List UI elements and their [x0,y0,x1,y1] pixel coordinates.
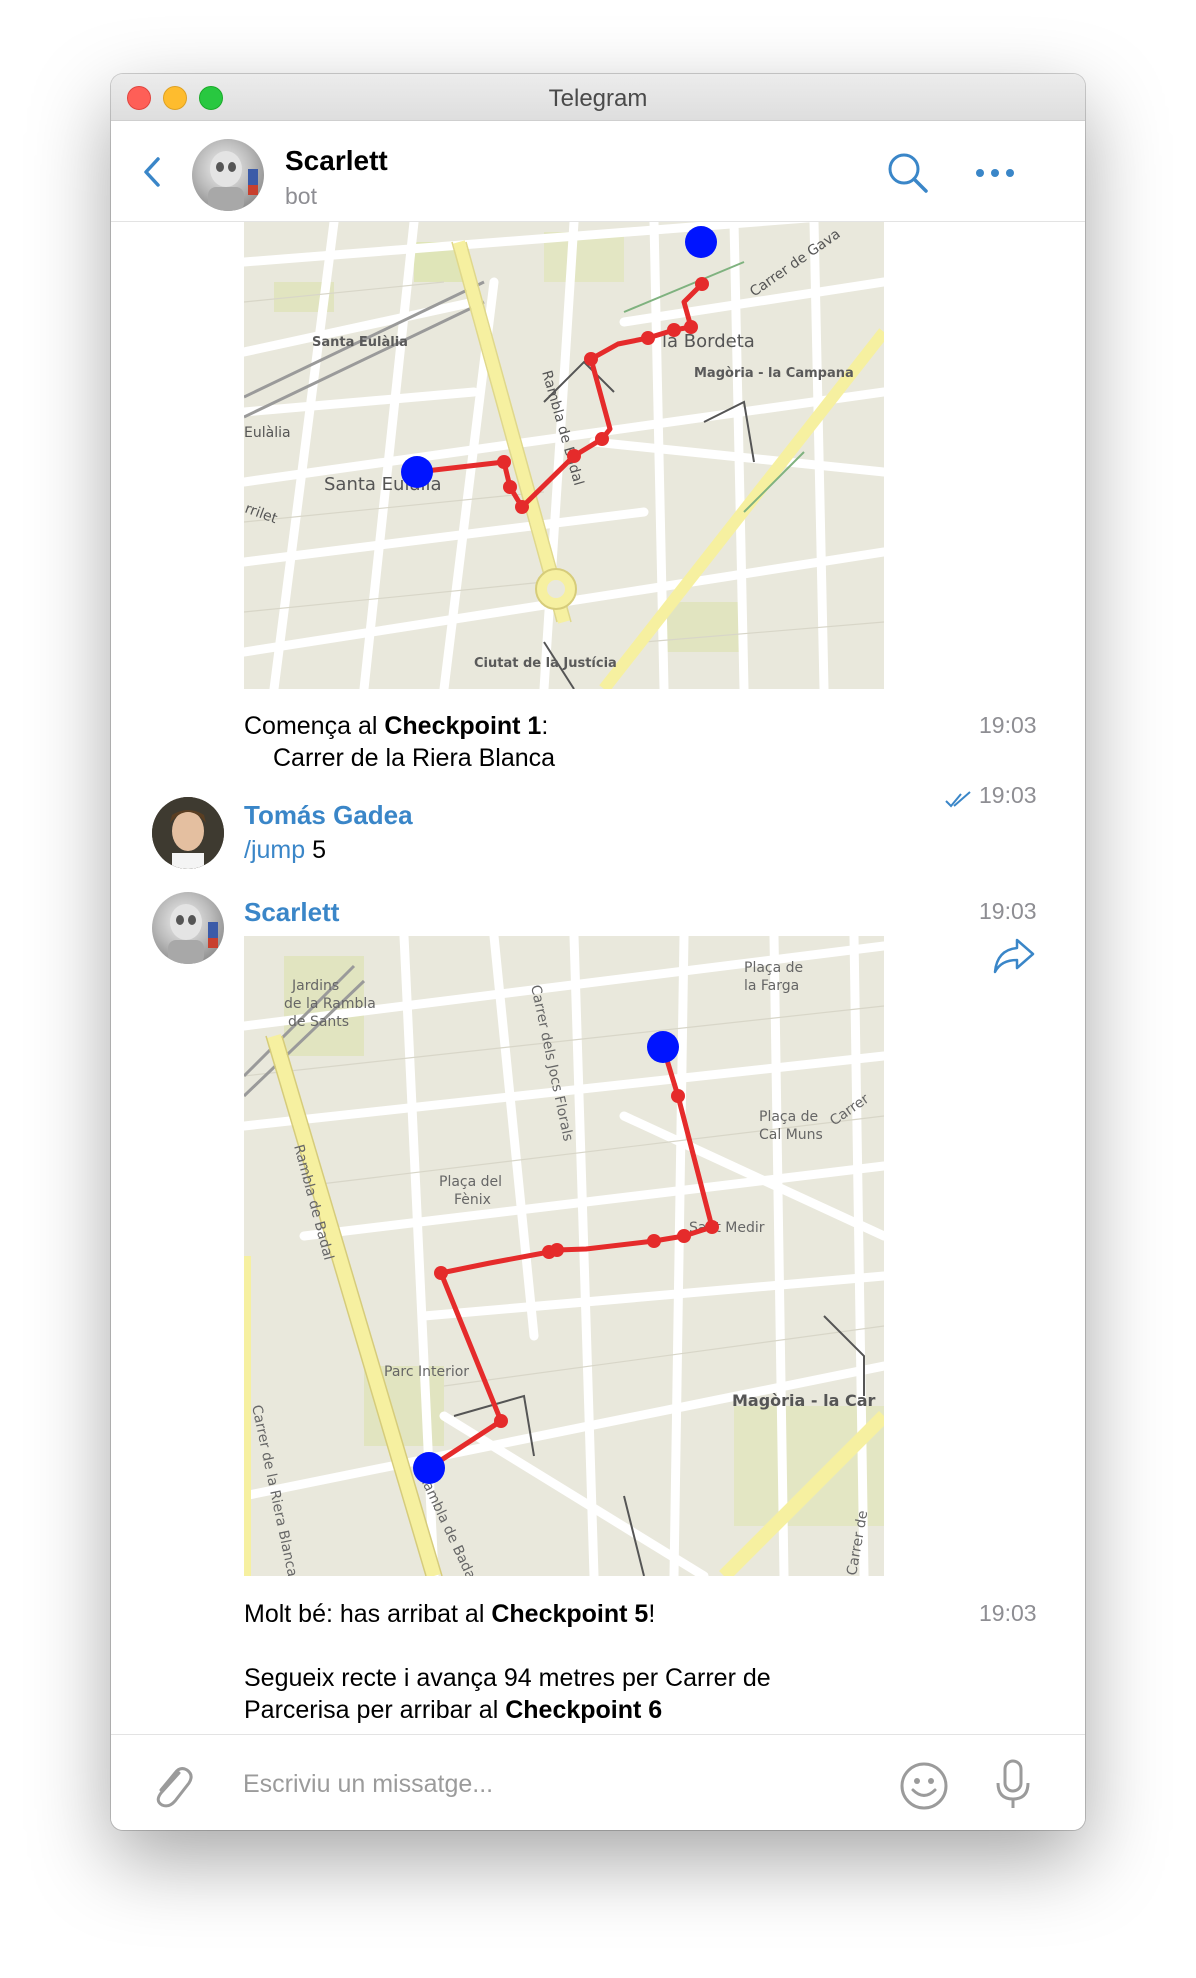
message-time: 19:03 [979,898,1037,924]
bot-avatar[interactable] [152,892,224,964]
bot-avatar[interactable] [192,139,264,211]
user-avatar[interactable] [152,797,224,869]
route-map-image[interactable]: Jardins de la Rambla de Sants Plaça de l… [244,936,884,1576]
window-title: Telegram [548,85,648,112]
microphone-icon[interactable] [993,1757,1033,1811]
emoji-icon[interactable] [899,1761,949,1811]
telegram-window: Telegram Scarlett bot Santa Eulàlia Magò… [111,74,1085,1830]
map-label: Santa Eulàlia [312,335,408,350]
map-label: Eulàlia [244,425,291,441]
map-label: Magòria - la Campana [694,366,854,381]
message-text: Molt bé: has arribat al Checkpoint 5! [244,1600,656,1628]
double-check-icon [944,790,974,810]
message-text: /jump 5 [244,836,326,864]
map-label: Sant Medir [689,1220,765,1236]
map-label: Ciutat de la Justícia [474,656,617,671]
forward-share-icon[interactable] [991,936,1037,976]
message-list[interactable]: Santa Eulàlia Magòria - la Campana Ciuta… [111,222,1085,1734]
chat-status: bot [285,183,317,209]
sender-name[interactable]: Tomás Gadea [244,800,413,831]
title-bar: Telegram [111,74,1085,121]
chat-title[interactable]: Scarlett [285,145,388,177]
map-label: Plaça del [439,1174,502,1190]
route-map-image[interactable]: Santa Eulàlia Magòria - la Campana Ciuta… [244,222,884,689]
map-label: Fènix [454,1192,491,1208]
map-label: Magòria - la Car [732,1391,876,1410]
map-label: Plaça de [759,1109,818,1125]
back-chevron-icon[interactable] [141,155,163,189]
message-text: Carrer de la Riera Blanca [273,744,556,772]
map-label: Jardins [291,978,339,994]
message-input[interactable] [241,1763,865,1805]
map-label: Parc Interior [384,1364,469,1380]
message-text: Comença al Checkpoint 1: [244,712,549,740]
message-time: 19:03 [979,1600,1037,1626]
message-composer [111,1734,1085,1830]
map-label: de la Rambla [284,996,376,1012]
map-label: de Sants [288,1014,349,1030]
message-time: 19:03 [979,782,1037,808]
sender-name[interactable]: Scarlett [244,897,339,928]
map-label: Cal Muns [759,1127,823,1143]
more-dots-icon[interactable] [973,163,1017,183]
map-label: la Farga [744,978,799,994]
search-icon[interactable] [886,151,930,195]
chat-header: Scarlett bot [111,121,1085,222]
paperclip-icon[interactable] [149,1761,193,1809]
map-label: Plaça de [744,960,803,976]
message-text: Parcerisa per arribar al Checkpoint 6 [244,1696,663,1724]
message-time: 19:03 [979,712,1037,738]
bot-command-link[interactable]: /jump [244,836,305,864]
message-text: Segueix recte i avança 94 metres per Car… [244,1664,771,1692]
